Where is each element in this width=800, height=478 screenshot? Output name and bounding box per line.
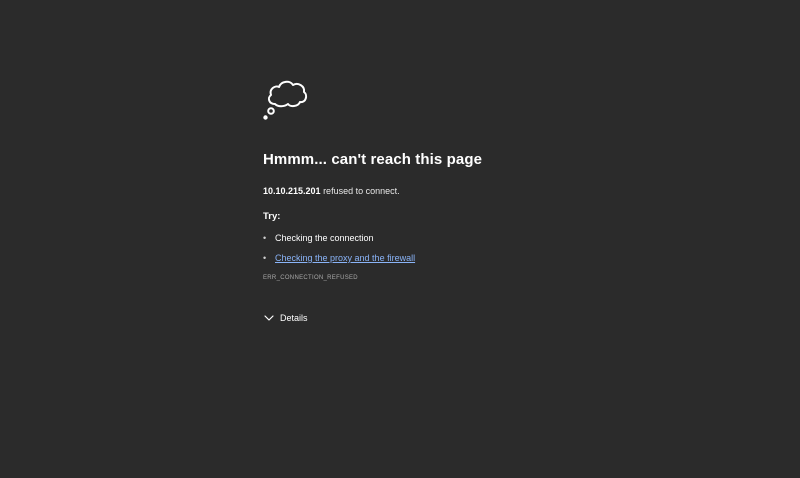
error-code: ERR_CONNECTION_REFUSED: [263, 275, 358, 281]
page-title: Hmmm... can't reach this page: [263, 151, 483, 168]
suggestion-list: • Checking the connection • Checking the…: [263, 232, 623, 264]
error-message: 10.10.215.201 refused to connect.: [263, 185, 623, 197]
details-label: Details: [280, 313, 308, 323]
error-host: 10.10.215.201: [263, 186, 321, 196]
error-content: Hmmm... can't reach this page 10.10.215.…: [263, 76, 623, 324]
try-label: Try:: [263, 211, 281, 222]
bullet-icon: •: [263, 233, 267, 243]
error-message-text: refused to connect.: [320, 186, 400, 196]
bullet-icon: •: [263, 253, 267, 263]
suggestion-check-connection: Checking the connection: [275, 233, 374, 243]
chevron-down-icon: [264, 315, 274, 321]
suggestion-item: • Checking the connection: [263, 232, 623, 244]
details-button[interactable]: Details: [263, 312, 623, 324]
thought-cloud-icon: [263, 80, 308, 120]
suggestion-item: • Checking the proxy and the firewall: [263, 252, 623, 264]
proxy-firewall-link[interactable]: Checking the proxy and the firewall: [275, 253, 415, 263]
error-page: Hmmm... can't reach this page 10.10.215.…: [0, 0, 800, 478]
